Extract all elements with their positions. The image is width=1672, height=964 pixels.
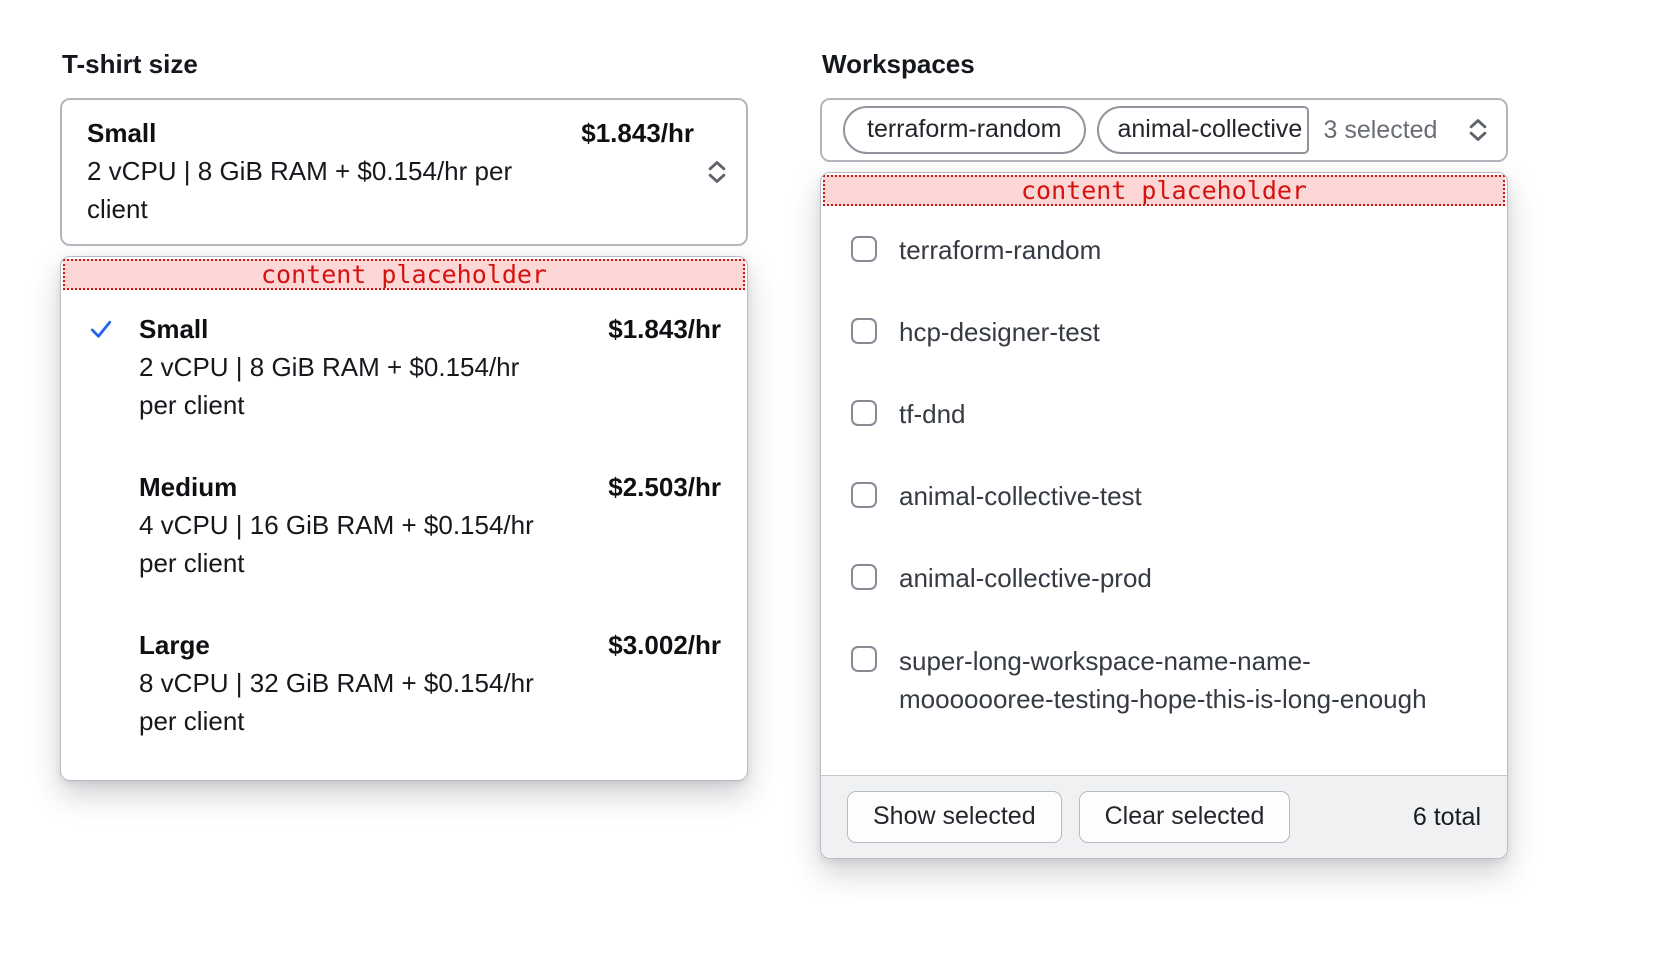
workspace-name-line-1: super-long-workspace-name-name- xyxy=(899,642,1427,680)
option-description: 2 vCPU | 8 GiB RAM + $0.154/hr per clien… xyxy=(139,348,546,424)
option-description: 8 vCPU | 32 GiB RAM + $0.154/hr per clie… xyxy=(139,664,546,740)
checkbox[interactable] xyxy=(851,564,877,590)
selected-size-description: 2 vCPU | 8 GiB RAM + $0.154/hr per clien… xyxy=(87,152,542,228)
workspaces-multiselect-trigger[interactable]: terraform-random animal-collective 3 sel… xyxy=(820,98,1508,162)
option-price: $1.843/hr xyxy=(608,310,721,348)
tshirt-size-label: T-shirt size xyxy=(62,50,748,78)
content-placeholder-banner: content placeholder xyxy=(63,259,745,290)
tshirt-size-dropdown: content placeholder Small $1.843/hr 2 vC… xyxy=(60,256,748,781)
option-description: 4 vCPU | 16 GiB RAM + $0.154/hr per clie… xyxy=(139,506,546,582)
checkbox[interactable] xyxy=(851,646,877,672)
workspace-row-hcp-designer-test[interactable]: hcp-designer-test xyxy=(851,292,1481,374)
content-placeholder-banner: content placeholder xyxy=(823,175,1505,206)
check-placeholder xyxy=(87,626,139,664)
checkbox[interactable] xyxy=(851,482,877,508)
option-small[interactable]: Small $1.843/hr 2 vCPU | 8 GiB RAM + $0.… xyxy=(87,310,721,424)
option-large[interactable]: Large $3.002/hr 8 vCPU | 32 GiB RAM + $0… xyxy=(87,626,721,740)
workspace-name: animal-collective-test xyxy=(899,478,1142,515)
option-price: $3.002/hr xyxy=(608,626,721,664)
workspaces-dropdown: content placeholder terraform-random hcp… xyxy=(820,172,1508,859)
tshirt-option-list: Small $1.843/hr 2 vCPU | 8 GiB RAM + $0.… xyxy=(61,292,747,780)
selected-count: 3 selected xyxy=(1324,116,1438,145)
selected-tag-pill: terraform-random xyxy=(843,106,1086,154)
workspace-name: super-long-workspace-name-name-moooooore… xyxy=(899,642,1427,718)
option-medium[interactable]: Medium $2.503/hr 4 vCPU | 16 GiB RAM + $… xyxy=(87,468,721,582)
tshirt-size-section: T-shirt size Small $1.843/hr 2 vCPU | 8 … xyxy=(60,50,748,781)
workspace-name: hcp-designer-test xyxy=(899,314,1100,351)
workspace-name-line-2: mooooooree-testing-hope-this-is-long-eno… xyxy=(899,680,1427,718)
workspaces-dropdown-footer: Show selected Clear selected 6 total xyxy=(821,775,1507,858)
clear-selected-button[interactable]: Clear selected xyxy=(1079,791,1291,843)
check-placeholder xyxy=(87,468,139,506)
workspace-row-terraform-random[interactable]: terraform-random xyxy=(851,210,1481,292)
option-title: Medium xyxy=(139,468,608,506)
workspace-name: terraform-random xyxy=(899,232,1101,269)
checkbox[interactable] xyxy=(851,318,877,344)
checkbox[interactable] xyxy=(851,400,877,426)
workspace-name: animal-collective-prod xyxy=(899,560,1152,597)
option-price: $2.503/hr xyxy=(608,468,721,506)
select-caret-icon xyxy=(705,159,729,185)
workspace-option-list: terraform-random hcp-designer-test tf-dn… xyxy=(821,208,1507,775)
workspace-name: tf-dnd xyxy=(899,396,966,433)
selected-tag-pill-clipped: animal-collective xyxy=(1097,106,1309,154)
selected-size-price: $1.843/hr xyxy=(581,114,694,152)
workspaces-section: Workspaces terraform-random animal-colle… xyxy=(820,50,1508,859)
workspace-row-tf-dnd[interactable]: tf-dnd xyxy=(851,374,1481,456)
workspace-row-super-long[interactable]: super-long-workspace-name-name-moooooore… xyxy=(851,620,1481,741)
show-selected-button[interactable]: Show selected xyxy=(847,791,1062,843)
check-icon xyxy=(87,310,139,348)
checkbox[interactable] xyxy=(851,236,877,262)
total-count: 6 total xyxy=(1413,803,1481,832)
tshirt-size-select-trigger[interactable]: Small $1.843/hr 2 vCPU | 8 GiB RAM + $0.… xyxy=(60,98,748,246)
workspace-row-animal-collective-test[interactable]: animal-collective-test xyxy=(851,456,1481,538)
option-title: Small xyxy=(139,310,608,348)
select-caret-icon xyxy=(1466,117,1490,143)
workspaces-label: Workspaces xyxy=(822,50,1508,78)
workspace-row-animal-collective-prod[interactable]: animal-collective-prod xyxy=(851,538,1481,620)
option-title: Large xyxy=(139,626,608,664)
